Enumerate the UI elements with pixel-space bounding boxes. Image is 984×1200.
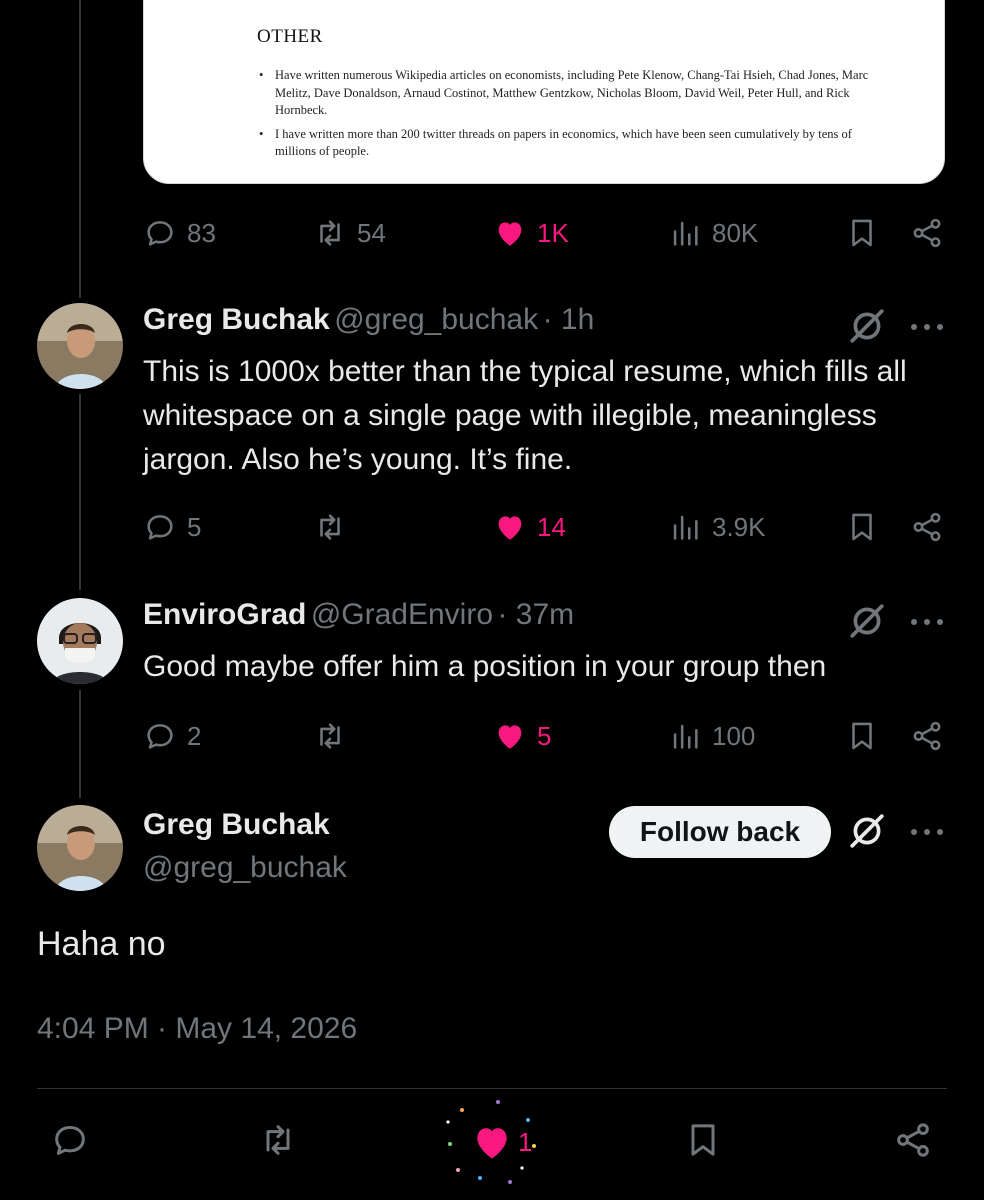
reply-button[interactable]: 2 xyxy=(143,719,201,753)
more-button[interactable] xyxy=(909,827,945,837)
repost-icon xyxy=(320,514,340,540)
more-icon xyxy=(911,619,943,625)
document-item: I have written more than 200 twitter thr… xyxy=(257,126,877,161)
bookmark-button[interactable] xyxy=(845,216,879,250)
views-count: 100 xyxy=(712,720,756,751)
reply-count: 5 xyxy=(187,511,202,542)
share-button[interactable] xyxy=(910,510,944,544)
thread-line xyxy=(79,690,81,798)
avatar-photo xyxy=(37,598,123,684)
share-button[interactable] xyxy=(910,216,944,250)
like-button[interactable]: 5 xyxy=(493,719,551,753)
repost-icon xyxy=(266,1125,290,1155)
grok-button[interactable] xyxy=(848,602,886,640)
more-icon xyxy=(911,324,943,330)
more-button[interactable] xyxy=(909,322,945,332)
avatar-photo xyxy=(37,805,123,891)
bookmark-button[interactable] xyxy=(845,719,879,753)
document-item: Have written numerous Wikipedia articles… xyxy=(257,67,877,120)
thread-line xyxy=(79,0,81,298)
views-icon xyxy=(673,221,698,246)
bookmark-button[interactable] xyxy=(683,1120,723,1160)
like-count: 1K xyxy=(537,217,569,248)
post-time[interactable]: · 37m xyxy=(497,598,574,631)
views-count: 3.9K xyxy=(712,511,766,542)
share-icon xyxy=(913,512,941,542)
more-button[interactable] xyxy=(909,617,945,627)
author-handle[interactable]: @greg_buchak xyxy=(334,303,538,336)
bookmark-icon xyxy=(852,219,872,247)
views-icon xyxy=(673,724,698,749)
reply-text: This is 1000x better than the typical re… xyxy=(143,355,907,476)
reply-icon xyxy=(147,221,173,246)
post-text: Haha no xyxy=(37,925,166,963)
thread-line xyxy=(79,394,81,590)
document-list: Have written numerous Wikipedia articles… xyxy=(257,67,877,167)
grok-icon xyxy=(850,309,884,343)
divider xyxy=(37,1088,947,1089)
grok-icon xyxy=(850,604,884,638)
author-name[interactable]: Greg Buchak xyxy=(143,303,330,336)
repost-count: 54 xyxy=(357,217,386,248)
post-timestamp[interactable]: 4:04 PM · May 14, 2026 xyxy=(37,1012,357,1046)
share-button[interactable] xyxy=(910,719,944,753)
repost-button[interactable] xyxy=(313,510,347,544)
views-button[interactable]: 80K xyxy=(668,216,758,250)
avatar[interactable] xyxy=(37,805,123,891)
author-handle[interactable]: @greg_buchak xyxy=(143,851,347,885)
follow-back-button[interactable]: Follow back xyxy=(609,806,831,858)
post-time[interactable]: · 1h xyxy=(543,303,595,336)
like-count: 5 xyxy=(537,720,552,751)
author-name[interactable]: EnviroGrad xyxy=(143,598,306,631)
repost-button[interactable] xyxy=(258,1120,298,1160)
like-icon xyxy=(498,222,522,246)
bookmark-icon xyxy=(691,1124,715,1156)
like-icon xyxy=(477,1128,507,1159)
repost-icon xyxy=(320,723,340,749)
bookmark-icon xyxy=(852,722,872,750)
more-icon xyxy=(911,829,943,835)
reply-count: 2 xyxy=(187,720,202,751)
views-button[interactable]: 100 xyxy=(668,719,755,753)
grok-button[interactable] xyxy=(848,812,886,850)
share-button[interactable] xyxy=(893,1120,933,1160)
like-count: 1 xyxy=(518,1126,533,1157)
document-heading: OTHER xyxy=(257,26,323,47)
bookmark-icon xyxy=(852,513,872,541)
views-count: 80K xyxy=(712,217,759,248)
like-count: 14 xyxy=(537,511,566,542)
author-handle[interactable]: @GradEnviro xyxy=(311,598,493,631)
share-icon xyxy=(897,1123,929,1157)
grok-icon xyxy=(850,814,884,848)
share-icon xyxy=(913,721,941,751)
like-button[interactable]: 1 xyxy=(470,1120,532,1164)
views-icon xyxy=(673,515,698,540)
repost-button[interactable] xyxy=(313,719,347,753)
reply-icon xyxy=(147,515,173,540)
avatar-photo xyxy=(37,303,123,389)
reply-text: Good maybe offer him a position in your … xyxy=(143,650,827,683)
reply-button[interactable]: 5 xyxy=(143,510,201,544)
like-icon xyxy=(498,725,522,749)
like-button[interactable]: 1K xyxy=(493,216,569,250)
reply-header: Greg Buchak @greg_buchak · 1h xyxy=(143,303,594,337)
reply-icon xyxy=(147,724,173,749)
views-button[interactable]: 3.9K xyxy=(668,510,766,544)
like-icon xyxy=(498,516,522,540)
reply-header: EnviroGrad @GradEnviro · 37m xyxy=(143,598,574,632)
avatar[interactable] xyxy=(37,303,123,389)
reply-button[interactable] xyxy=(50,1120,90,1160)
repost-icon xyxy=(320,220,340,246)
reply-button[interactable]: 83 xyxy=(143,216,216,250)
author-name[interactable]: Greg Buchak xyxy=(143,808,330,842)
repost-button[interactable]: 54 xyxy=(313,216,386,250)
reply-icon xyxy=(55,1126,85,1155)
reply-count: 83 xyxy=(187,217,216,248)
grok-button[interactable] xyxy=(848,307,886,345)
embedded-document-image[interactable]: OTHER Have written numerous Wikipedia ar… xyxy=(143,0,945,184)
like-button[interactable]: 14 xyxy=(493,510,566,544)
avatar[interactable] xyxy=(37,598,123,684)
share-icon xyxy=(913,218,941,248)
bookmark-button[interactable] xyxy=(845,510,879,544)
